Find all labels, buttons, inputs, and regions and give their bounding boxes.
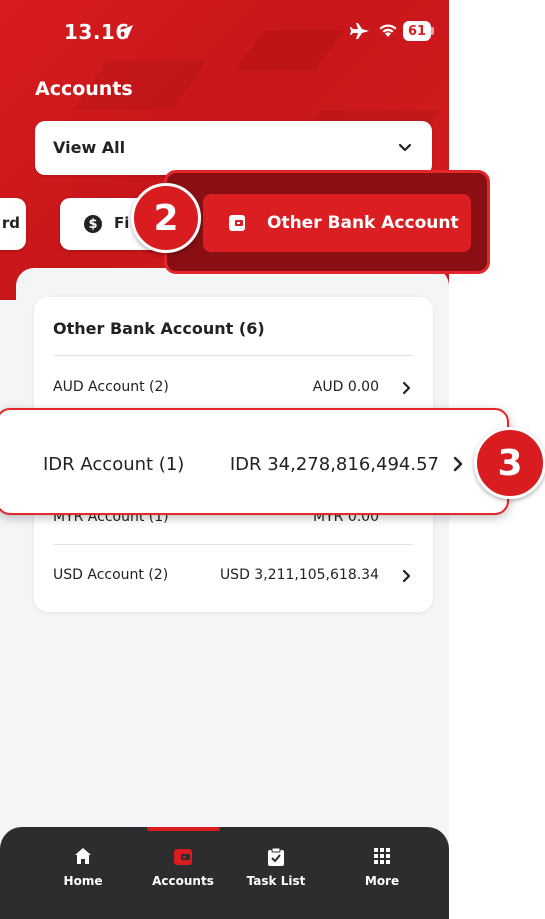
account-name: IDR Account (1) <box>43 454 185 475</box>
nav-item-accounts[interactable]: Accounts <box>133 827 233 919</box>
wifi-icon <box>379 24 397 37</box>
nav-label-task-list: Task List <box>246 874 306 888</box>
nav-item-more[interactable]: More <box>332 827 432 919</box>
chevron-right-icon <box>402 569 411 583</box>
account-amount: USD 3,211,105,618.34 <box>219 567 379 583</box>
grid-icon <box>374 848 390 864</box>
nav-item-home[interactable]: Home <box>33 827 133 919</box>
nav-label-home: Home <box>63 874 103 888</box>
nav-label-more: More <box>364 874 400 888</box>
view-filter-value: View All <box>53 138 126 157</box>
bottom-navigation: Home Accounts Task List More <box>0 827 449 919</box>
account-amount: AUD 0.00 <box>312 379 379 395</box>
chevron-right-icon <box>453 456 463 472</box>
location-arrow-icon <box>119 25 133 39</box>
nav-label-accounts: Accounts <box>152 874 214 888</box>
account-group-title: Other Bank Account (6) <box>53 319 265 338</box>
wallet-icon <box>174 849 192 865</box>
step-2-badge: 2 <box>131 183 201 253</box>
divider <box>53 355 413 356</box>
step-3-badge: 3 <box>474 427 545 499</box>
account-name: AUD Account (2) <box>53 379 169 395</box>
home-icon <box>75 848 91 864</box>
wallet-icon <box>229 215 245 231</box>
account-row-idr[interactable]: IDR Account (1) IDR 34,278,816,494.57 <box>0 408 509 515</box>
dollar-coin-icon: $ <box>84 215 102 233</box>
chip-fx-label: Fi <box>114 214 130 232</box>
status-bar: 13.16 61 <box>0 0 449 64</box>
chip-card[interactable]: rd <box>0 198 26 250</box>
account-row-usd[interactable]: USD Account (2) USD 3,211,105,618.34 <box>34 549 433 605</box>
page-title: Accounts <box>35 78 133 100</box>
clipboard-check-icon <box>268 847 284 866</box>
chip-other-bank-account[interactable]: Other Bank Account <box>203 194 471 252</box>
battery-nub <box>431 27 434 35</box>
view-filter-dropdown[interactable]: View All <box>35 121 432 175</box>
chip-other-bank-account-label: Other Bank Account <box>267 213 459 233</box>
nav-item-task-list[interactable]: Task List <box>226 827 326 919</box>
battery-indicator: 61 <box>403 21 431 41</box>
chevron-right-icon <box>402 381 411 395</box>
chevron-down-icon <box>398 143 412 152</box>
airplane-icon <box>350 23 369 39</box>
chip-card-label: rd <box>1 214 20 232</box>
account-name: USD Account (2) <box>53 567 169 583</box>
divider <box>53 544 413 545</box>
account-amount: IDR 34,278,816,494.57 <box>229 454 439 475</box>
